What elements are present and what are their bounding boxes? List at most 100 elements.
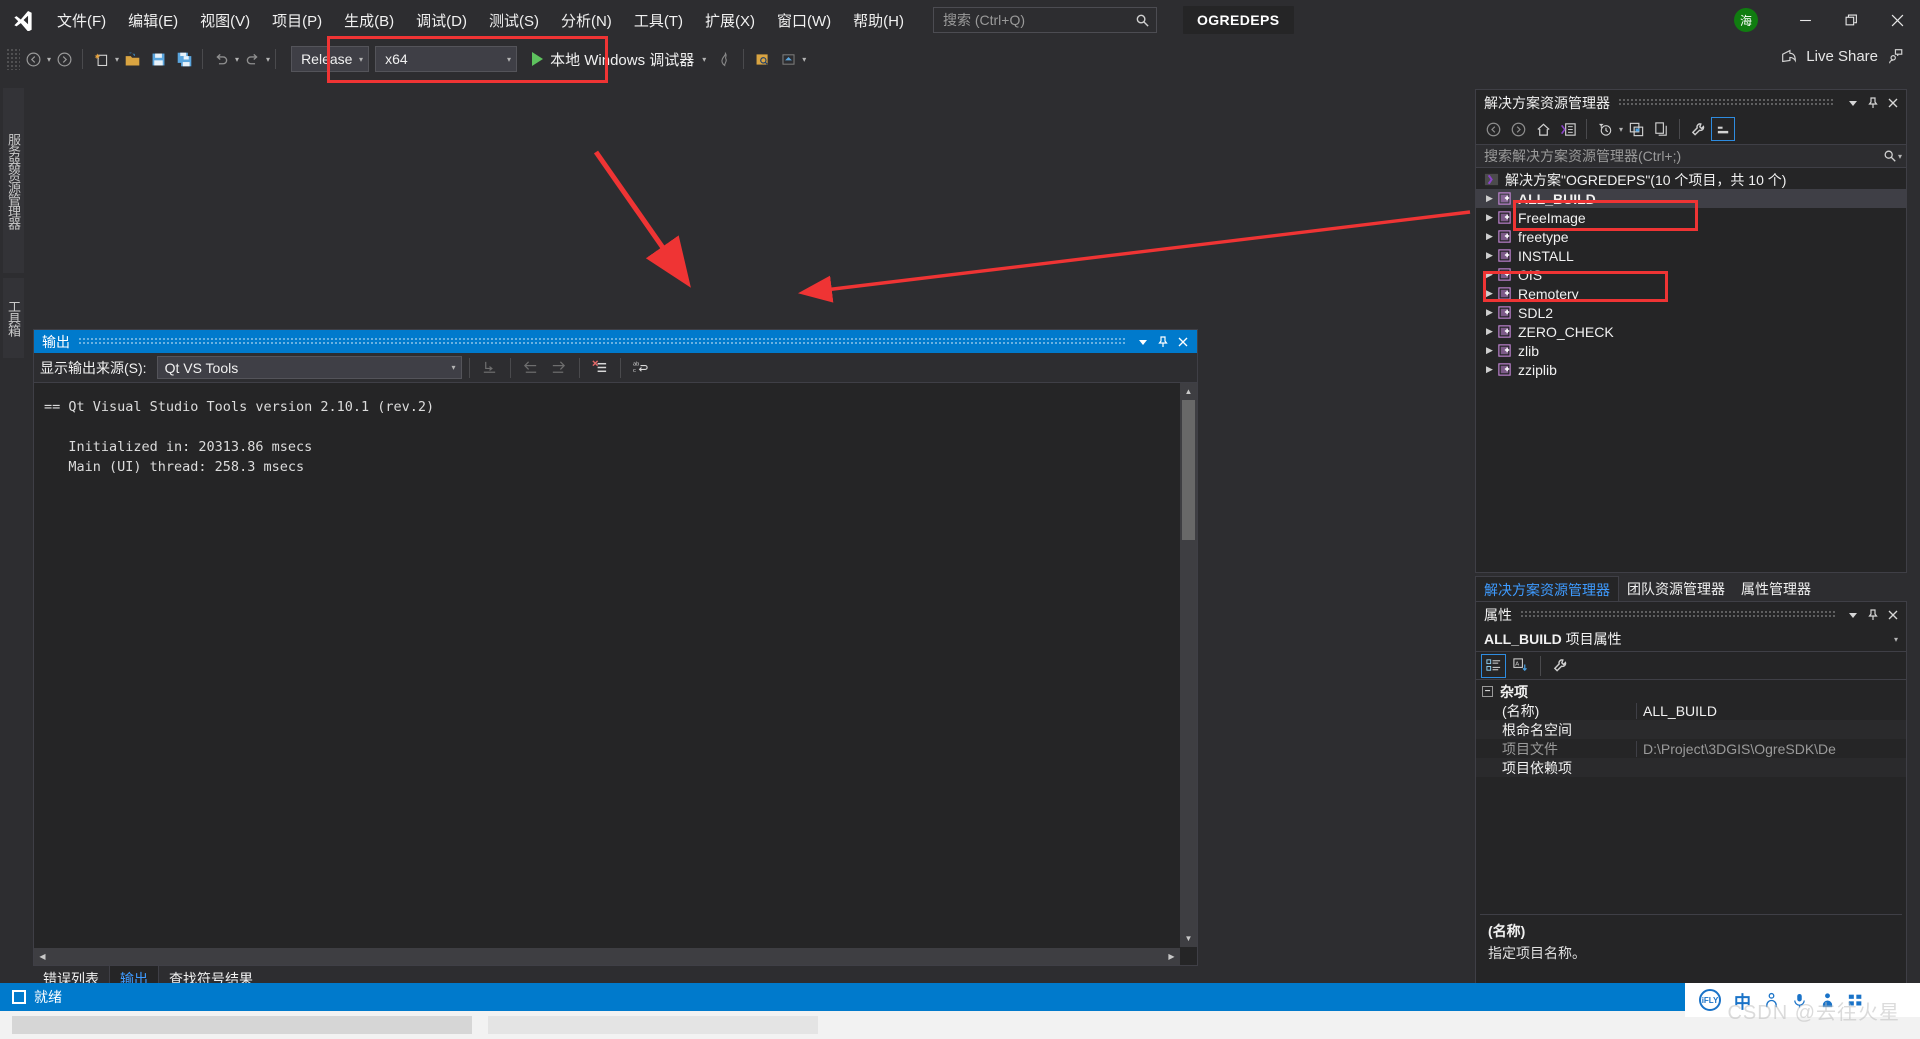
drag-dots[interactable] [1618, 98, 1835, 107]
minimize-button[interactable] [1782, 0, 1828, 40]
scroll-up-icon[interactable]: ▲ [1180, 383, 1197, 400]
open-file-icon[interactable] [119, 44, 145, 74]
taskbar-item-2[interactable] [488, 1016, 818, 1034]
menu-item-window[interactable]: 窗口(W) [766, 0, 842, 40]
scroll-down-icon[interactable]: ▼ [1180, 930, 1197, 947]
tree-row-install[interactable]: ▶ INSTALL [1476, 246, 1906, 265]
forward-icon[interactable] [1506, 117, 1530, 141]
ime-menu-icon[interactable] [1848, 992, 1863, 1009]
save-icon[interactable] [145, 44, 171, 74]
ime-handwriting-icon[interactable] [1820, 992, 1835, 1009]
property-value[interactable]: ALL_BUILD [1636, 702, 1906, 719]
main-menu[interactable]: 文件(F) 编辑(E) 视图(V) 项目(P) 生成(B) 调试(D) 测试(S… [46, 0, 915, 40]
drag-dots[interactable] [1520, 610, 1835, 619]
tree-row-zziplib[interactable]: ▶ zziplib [1476, 360, 1906, 379]
menu-item-test[interactable]: 测试(S) [478, 0, 550, 40]
avatar[interactable]: 海 [1734, 8, 1758, 32]
tree-row-all-build[interactable]: ▶ ALL_BUILD [1476, 189, 1906, 208]
toolbar-overflow-icon[interactable]: ▾ [802, 55, 806, 64]
preview-icon[interactable] [775, 44, 801, 74]
property-row-name[interactable]: (名称) ALL_BUILD [1476, 701, 1906, 720]
expand-chevron-icon[interactable]: ▶ [1482, 269, 1497, 280]
property-row-project-file[interactable]: 项目文件 D:\Project\3DGIS\OgreSDK\De [1476, 739, 1906, 758]
navigate-back-icon[interactable] [20, 44, 46, 74]
alphabetical-icon[interactable]: A [1508, 654, 1533, 678]
tree-row-ois[interactable]: ▶ OIS [1476, 265, 1906, 284]
menu-item-view[interactable]: 视图(V) [189, 0, 261, 40]
close-button[interactable] [1874, 0, 1920, 40]
quick-launch-search[interactable] [932, 7, 1157, 33]
scroll-left-icon[interactable]: ◀ [34, 948, 51, 965]
property-group-misc[interactable]: − 杂项 [1476, 682, 1906, 701]
expand-chevron-icon[interactable]: ▶ [1482, 307, 1497, 318]
menu-item-analyze[interactable]: 分析(N) [550, 0, 623, 40]
previous-message-icon[interactable] [518, 356, 544, 380]
redo-dropdown-icon[interactable]: ▾ [266, 55, 270, 64]
properties-icon[interactable] [1686, 117, 1710, 141]
output-source-select[interactable]: Qt VS Tools ▾ [156, 356, 462, 379]
menu-item-help[interactable]: 帮助(H) [842, 0, 915, 40]
iflytek-logo-icon[interactable]: iFLY [1699, 989, 1721, 1011]
attach-process-icon[interactable] [749, 44, 775, 74]
save-all-icon[interactable] [171, 44, 197, 74]
clear-all-icon[interactable] [587, 356, 613, 380]
filter-dropdown-icon[interactable]: ▾ [1619, 125, 1623, 134]
tree-row-freetype[interactable]: ▶ freetype [1476, 227, 1906, 246]
share-person-icon[interactable] [1886, 47, 1904, 65]
property-pages-icon[interactable] [1548, 654, 1573, 678]
scroll-right-icon[interactable]: ▶ [1163, 948, 1180, 965]
sync-with-active-document-icon[interactable] [1624, 117, 1648, 141]
window-menu-icon[interactable] [1133, 332, 1153, 352]
output-vertical-scrollbar[interactable]: ▲ ▼ [1180, 383, 1197, 947]
collapse-group-icon[interactable]: − [1482, 686, 1493, 697]
ime-settings-icon[interactable] [1764, 992, 1779, 1009]
output-horizontal-scrollbar[interactable]: ◀ ▶ [34, 948, 1180, 965]
drag-dots[interactable] [78, 337, 1125, 346]
home-icon[interactable] [1531, 117, 1555, 141]
toolbar-grip[interactable] [6, 48, 20, 70]
chevron-down-icon[interactable]: ▾ [1894, 635, 1898, 644]
switch-views-icon[interactable] [1556, 117, 1580, 141]
hot-reload-icon[interactable] [712, 44, 738, 74]
pending-changes-filter-icon[interactable] [1593, 117, 1617, 141]
expand-chevron-icon[interactable]: ▶ [1482, 288, 1497, 299]
menu-item-extensions[interactable]: 扩展(X) [694, 0, 766, 40]
pin-icon[interactable] [1863, 93, 1883, 113]
tree-row-zero-check[interactable]: ▶ ZERO_CHECK [1476, 322, 1906, 341]
properties-grid[interactable]: − 杂项 (名称) ALL_BUILD 根命名空间 项目文件 D:\Projec… [1476, 682, 1906, 878]
tree-row-zlib[interactable]: ▶ zlib [1476, 341, 1906, 360]
expand-chevron-icon[interactable]: ▶ [1482, 250, 1497, 261]
show-all-files-icon[interactable] [1649, 117, 1673, 141]
pin-icon[interactable] [1863, 605, 1883, 625]
search-input[interactable] [942, 12, 1135, 28]
restore-button[interactable] [1828, 0, 1874, 40]
toggle-word-wrap-icon[interactable]: ab c [628, 356, 654, 380]
window-menu-icon[interactable] [1843, 605, 1863, 625]
close-icon[interactable] [1883, 605, 1903, 625]
menu-item-edit[interactable]: 编辑(E) [117, 0, 189, 40]
ime-toolbar[interactable]: iFLY 中 [1685, 983, 1920, 1017]
pin-icon[interactable] [1153, 332, 1173, 352]
next-message-icon[interactable] [546, 356, 572, 380]
close-icon[interactable] [1883, 93, 1903, 113]
collapse-all-icon[interactable] [1711, 117, 1736, 141]
navigate-forward-icon[interactable] [51, 44, 77, 74]
taskbar-item-1[interactable] [12, 1016, 472, 1034]
categorized-icon[interactable] [1481, 653, 1506, 678]
go-to-message-icon[interactable] [477, 356, 503, 380]
tree-row-sdl2[interactable]: ▶ SDL2 [1476, 303, 1906, 322]
expand-chevron-icon[interactable]: ▶ [1482, 326, 1497, 337]
start-debugging-button[interactable]: 本地 Windows 调试器 ▾ [526, 44, 712, 74]
property-row-project-dependencies[interactable]: 项目依赖项 [1476, 758, 1906, 777]
solution-tree[interactable]: 解决方案"OGREDEPS"(10 个项目，共 10 个) ▶ ALL_BUIL… [1476, 170, 1906, 572]
menu-item-project[interactable]: 项目(P) [261, 0, 333, 40]
solution-explorer-search[interactable]: 搜索解决方案资源管理器(Ctrl+;) ▾ [1476, 144, 1906, 168]
tab-team-explorer[interactable]: 团队资源管理器 [1619, 576, 1733, 602]
ime-language-mode[interactable]: 中 [1734, 988, 1751, 1013]
vertical-tab-toolbox[interactable]: 工具箱 [3, 278, 24, 358]
back-icon[interactable] [1481, 117, 1505, 141]
expand-chevron-icon[interactable]: ▶ [1482, 212, 1497, 223]
menu-item-build[interactable]: 生成(B) [333, 0, 405, 40]
search-options-dropdown-icon[interactable]: ▾ [1898, 152, 1902, 161]
tab-property-manager[interactable]: 属性管理器 [1733, 576, 1819, 602]
